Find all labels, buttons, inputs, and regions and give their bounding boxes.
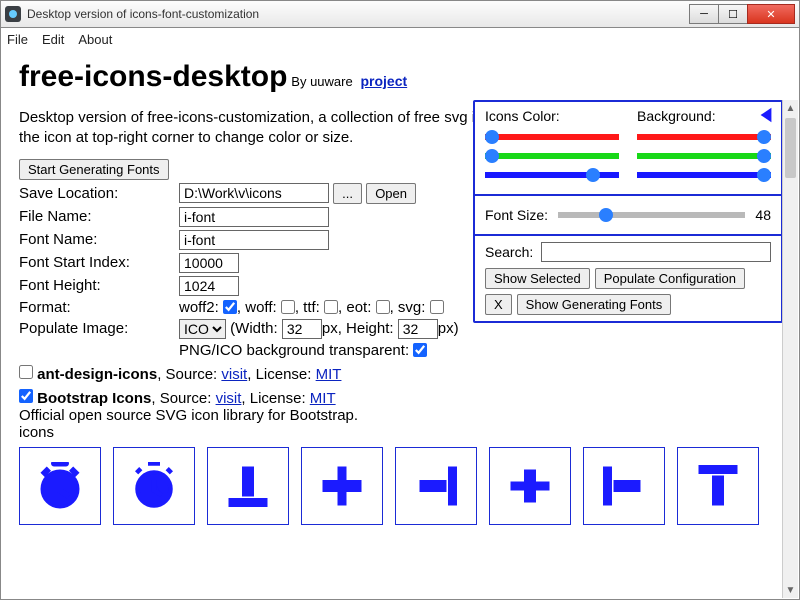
alarm-icon[interactable] — [113, 447, 195, 525]
ant-design-name: ant-design-icons — [37, 366, 157, 383]
alarm-fill-icon[interactable] — [19, 447, 101, 525]
font-name-input[interactable] — [179, 230, 329, 250]
settings-panel: Icons Color: Background: Font Size: 48 — [473, 100, 783, 323]
scroll-up-icon[interactable]: ▲ — [783, 100, 798, 116]
project-link[interactable]: project — [360, 73, 407, 89]
ant-visit-link[interactable]: visit — [221, 366, 247, 383]
font-height-input[interactable] — [179, 276, 239, 296]
format-eot-checkbox[interactable] — [376, 300, 390, 314]
populate-configuration-button[interactable]: Populate Configuration — [595, 268, 745, 289]
align-center-icon[interactable] — [301, 447, 383, 525]
close-button[interactable]: ✕ — [747, 4, 795, 24]
bg-red-slider[interactable] — [637, 131, 771, 143]
save-location-input[interactable] — [179, 183, 329, 203]
open-button[interactable]: Open — [366, 183, 416, 204]
format-woff2-checkbox[interactable] — [223, 300, 237, 314]
align-top-icon[interactable] — [677, 447, 759, 525]
search-input[interactable] — [541, 242, 771, 262]
bootstrap-visit-link[interactable]: visit — [216, 390, 242, 407]
menu-edit[interactable]: Edit — [42, 32, 64, 47]
font-start-input[interactable] — [179, 253, 239, 273]
menubar: File Edit About — [0, 28, 800, 50]
bootstrap-license-link[interactable]: MIT — [310, 390, 336, 407]
page-title: free-icons-desktop — [19, 60, 287, 93]
icon-grid — [19, 447, 781, 525]
ant-design-checkbox[interactable] — [19, 365, 33, 379]
scroll-down-icon[interactable]: ▼ — [783, 582, 798, 598]
panel-close-button[interactable]: X — [485, 294, 512, 315]
icons-blue-slider[interactable] — [485, 169, 619, 181]
font-size-value: 48 — [755, 207, 771, 223]
content: free-icons-desktop By uuware project Des… — [0, 50, 800, 600]
format-svg-checkbox[interactable] — [430, 300, 444, 314]
font-size-label: Font Size: — [485, 207, 548, 223]
byline-author: By uuware — [291, 74, 352, 89]
image-height-input[interactable] — [398, 319, 438, 339]
icons-red-slider[interactable] — [485, 131, 619, 143]
menu-file[interactable]: File — [7, 32, 28, 47]
align-middle-icon[interactable] — [489, 447, 571, 525]
format-ttf-checkbox[interactable] — [324, 300, 338, 314]
start-generating-button[interactable]: Start Generating Fonts — [19, 159, 169, 180]
file-name-input[interactable] — [179, 207, 329, 227]
background-color-label: Background: — [637, 108, 771, 124]
populate-image-label: Populate Image: — [19, 320, 179, 337]
format-label: Format: — [19, 299, 179, 316]
file-name-label: File Name: — [19, 208, 179, 225]
minimize-button[interactable]: ─ — [689, 4, 719, 24]
bootstrap-name: Bootstrap Icons — [37, 390, 151, 407]
ant-license-link[interactable]: MIT — [316, 366, 342, 383]
panel-collapse-arrow-icon[interactable] — [757, 106, 775, 127]
scrollbar-thumb[interactable] — [785, 118, 796, 178]
bootstrap-checkbox[interactable] — [19, 389, 33, 403]
save-location-label: Save Location: — [19, 185, 179, 202]
align-end-icon[interactable] — [395, 447, 477, 525]
bg-green-slider[interactable] — [637, 150, 771, 162]
icons-color-label: Icons Color: — [485, 108, 619, 124]
menu-about[interactable]: About — [78, 32, 112, 47]
font-size-slider[interactable] — [558, 209, 745, 221]
font-start-label: Font Start Index: — [19, 254, 179, 271]
bootstrap-sub: icons — [19, 424, 781, 441]
search-label: Search: — [485, 244, 533, 260]
browse-button[interactable]: ... — [333, 183, 362, 204]
bootstrap-desc: Official open source SVG icon library fo… — [19, 407, 781, 424]
png-bg-checkbox[interactable] — [413, 343, 427, 357]
bg-blue-slider[interactable] — [637, 169, 771, 181]
show-selected-button[interactable]: Show Selected — [485, 268, 590, 289]
format-woff-checkbox[interactable] — [281, 300, 295, 314]
window-title: Desktop version of icons-font-customizat… — [27, 7, 690, 21]
vertical-scrollbar[interactable]: ▲ ▼ — [782, 100, 798, 598]
align-bottom-icon[interactable] — [207, 447, 289, 525]
font-height-label: Font Height: — [19, 277, 179, 294]
app-icon — [5, 6, 21, 22]
icons-green-slider[interactable] — [485, 150, 619, 162]
maximize-button[interactable]: ☐ — [718, 4, 748, 24]
titlebar: Desktop version of icons-font-customizat… — [0, 0, 800, 28]
font-name-label: Font Name: — [19, 231, 179, 248]
populate-image-select[interactable]: ICO — [179, 319, 226, 339]
show-generating-fonts-button[interactable]: Show Generating Fonts — [517, 294, 672, 315]
image-width-input[interactable] — [282, 319, 322, 339]
png-bg-label: PNG/ICO background transparent: — [179, 342, 409, 359]
align-start-icon[interactable] — [583, 447, 665, 525]
